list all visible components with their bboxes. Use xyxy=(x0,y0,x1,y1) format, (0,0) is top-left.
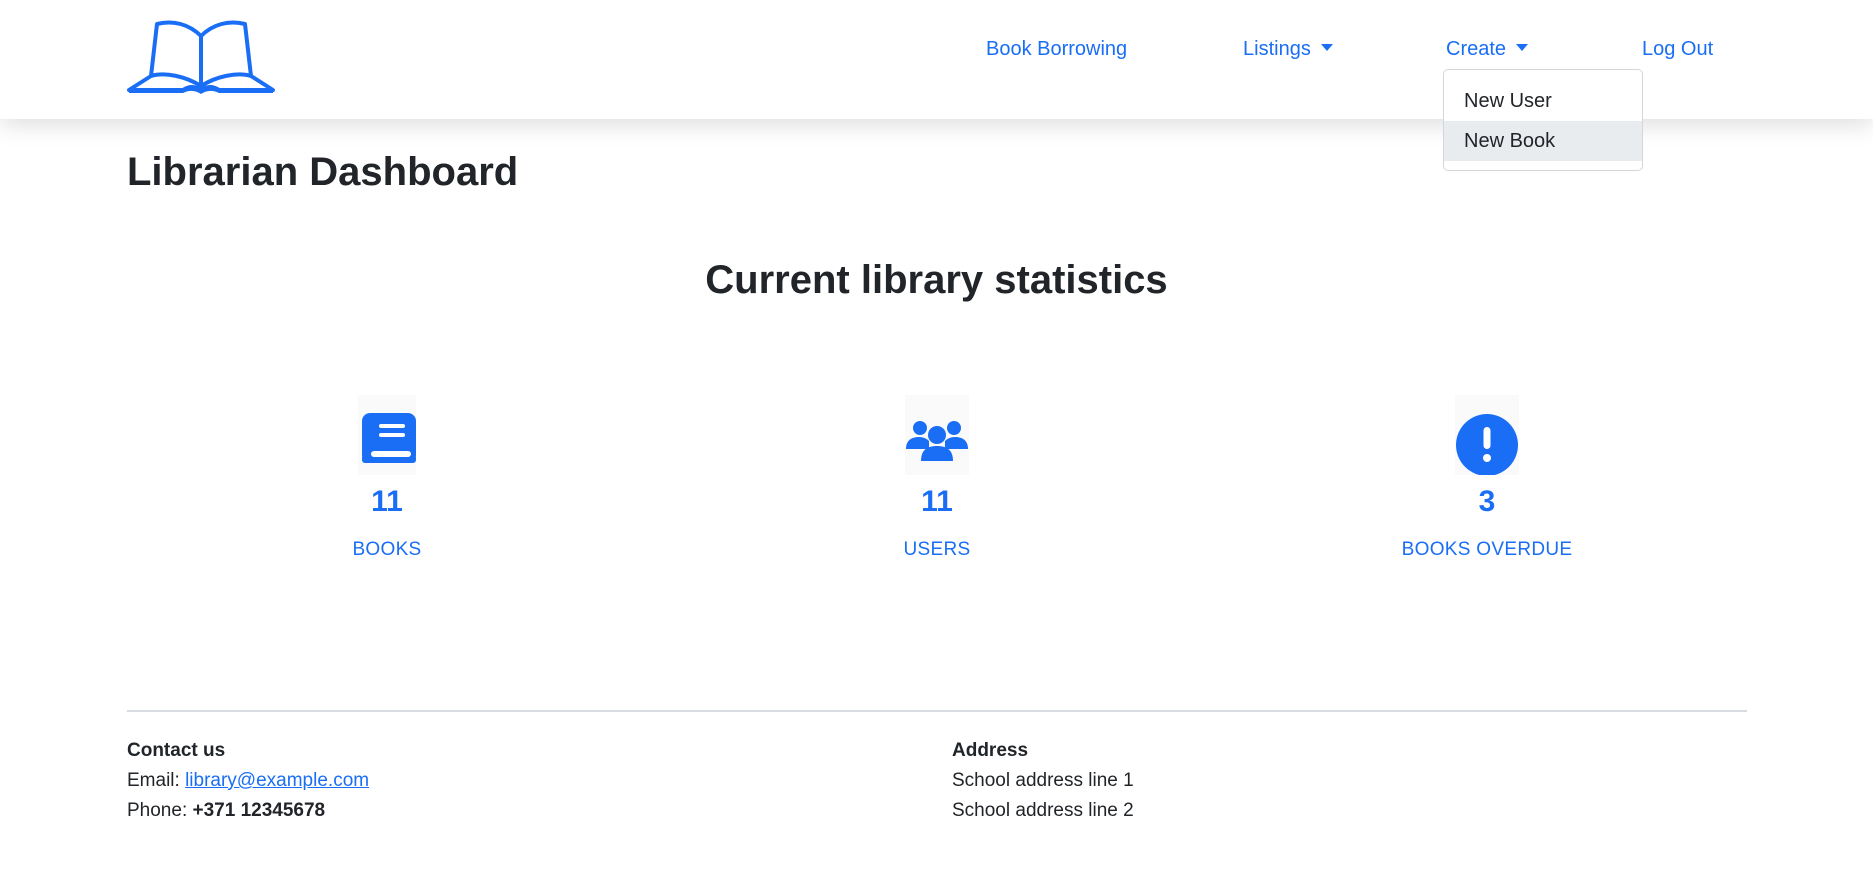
stat-overdue-label: BOOKS OVERDUE xyxy=(1401,539,1573,560)
menu-item-new-user[interactable]: New User xyxy=(1444,81,1642,121)
address-heading: Address xyxy=(952,740,1029,761)
contact-heading: Contact us xyxy=(127,740,226,761)
stat-books: 11 BOOKS xyxy=(237,395,537,561)
menu-item-new-book[interactable]: New Book xyxy=(1444,121,1642,161)
users-icon xyxy=(905,395,969,475)
chevron-down-icon xyxy=(1320,44,1333,51)
address-line-2: School address line 2 xyxy=(952,800,1134,821)
footer-address: Address School address line 1 School add… xyxy=(952,736,1134,826)
stat-books-value: 11 xyxy=(371,485,403,518)
stat-overdue-value: 3 xyxy=(1478,485,1496,518)
nav-create-dropdown[interactable]: Create xyxy=(1446,36,1529,62)
section-title: Current library statistics xyxy=(705,258,1168,302)
open-book-icon[interactable] xyxy=(127,20,275,94)
stat-books-overdue: 3 BOOKS OVERDUE xyxy=(1337,395,1637,561)
nav-create-label: Create xyxy=(1446,38,1507,60)
stat-users-value: 11 xyxy=(921,485,953,518)
nav-log-out[interactable]: Log Out xyxy=(1642,36,1713,62)
nav-book-borrowing[interactable]: Book Borrowing xyxy=(986,36,1127,62)
exclamation-circle-icon xyxy=(1455,395,1519,475)
stat-users: 11 USERS xyxy=(787,395,1087,561)
nav-listings-label: Listings xyxy=(1243,38,1311,60)
phone-label: Phone: xyxy=(127,800,188,821)
footer-contact: Contact us Email: library@example.com Ph… xyxy=(127,736,369,826)
stat-users-label: USERS xyxy=(903,539,971,560)
create-dropdown-menu: New User New Book xyxy=(1443,69,1643,171)
chevron-down-icon xyxy=(1516,44,1529,51)
address-line-1: School address line 1 xyxy=(952,770,1134,791)
email-label: Email: xyxy=(127,770,180,791)
stat-books-label: BOOKS xyxy=(352,539,422,560)
footer-divider xyxy=(127,710,1747,712)
nav-listings-dropdown[interactable]: Listings xyxy=(1243,36,1333,62)
email-link[interactable]: library@example.com xyxy=(185,770,369,791)
page-title: Librarian Dashboard xyxy=(127,150,519,194)
email-row: Email: library@example.com xyxy=(127,766,369,796)
phone-row: Phone: +371 12345678 xyxy=(127,796,369,826)
book-icon xyxy=(358,395,416,475)
phone-number: +371 12345678 xyxy=(192,800,326,821)
